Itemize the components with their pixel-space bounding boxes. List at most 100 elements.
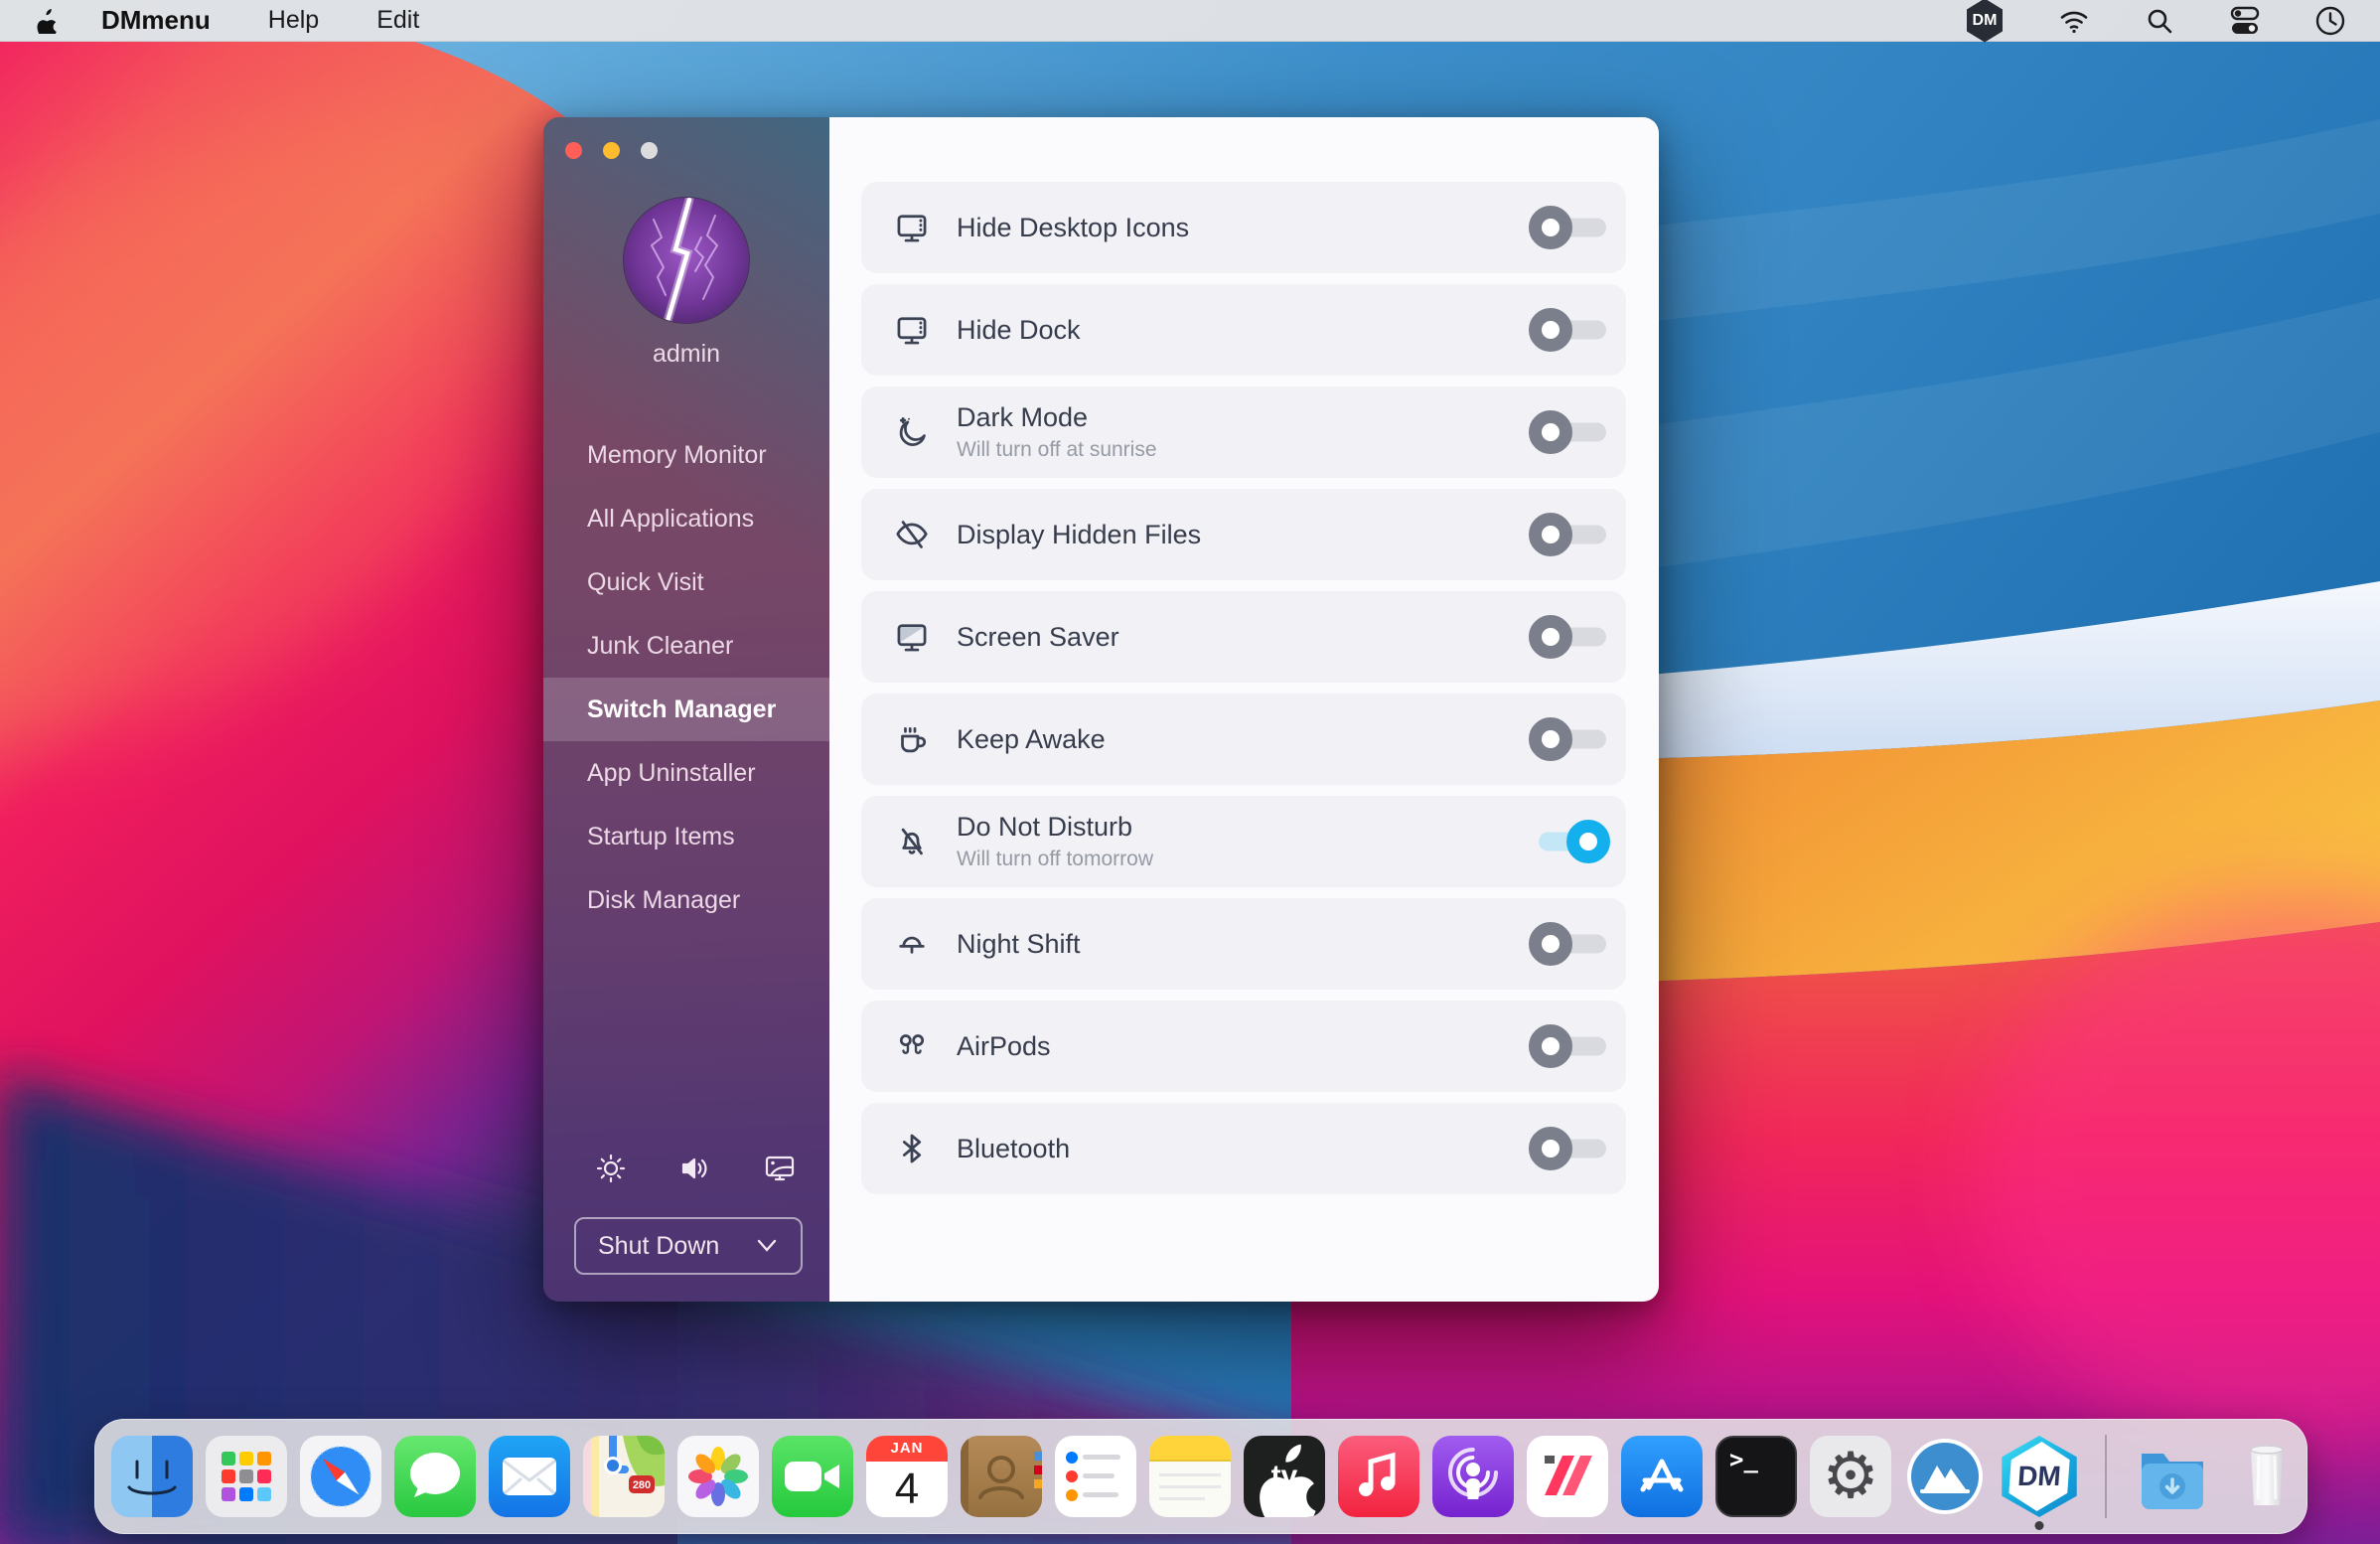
shutdown-label: Shut Down (598, 1232, 719, 1261)
chevron-down-icon (755, 1238, 779, 1254)
switch-row-keep-awake: Keep Awake (861, 694, 1626, 785)
keep-awake-toggle[interactable] (1535, 716, 1606, 762)
minimize-button[interactable] (603, 142, 620, 159)
bluetooth-toggle[interactable] (1535, 1126, 1606, 1171)
sidebar-item-startup-items[interactable]: Startup Items (543, 805, 829, 868)
sidebar: admin Memory Monitor All Applications Qu… (543, 117, 829, 1302)
dm-logo: DM (2006, 1442, 2074, 1511)
display-hidden-files-toggle[interactable] (1535, 512, 1606, 557)
sunset-icon (893, 925, 931, 963)
volume-icon[interactable] (677, 1151, 713, 1186)
zoom-button[interactable] (641, 142, 658, 159)
dmmenu-status-icon[interactable]: DM (1965, 0, 2005, 43)
shutdown-button[interactable]: Shut Down (574, 1217, 803, 1275)
switch-label: Dark Mode (957, 402, 1157, 433)
airpods-icon (893, 1027, 931, 1065)
dark-mode-toggle[interactable] (1535, 409, 1606, 455)
control-center-icon[interactable] (2229, 5, 2261, 37)
switch-label: Hide Desktop Icons (957, 213, 1189, 243)
sidebar-item-junk-cleaner[interactable]: Junk Cleaner (543, 614, 829, 678)
dock-music-icon[interactable] (1338, 1436, 1419, 1517)
dock-app-cleaner-icon[interactable] (1904, 1436, 1986, 1517)
screen-saver-icon (893, 618, 931, 656)
hide-dock-toggle[interactable] (1535, 307, 1606, 353)
switch-label: Keep Awake (957, 724, 1106, 755)
sidebar-item-disk-manager[interactable]: Disk Manager (543, 868, 829, 932)
dock-monitor-icon (893, 311, 931, 349)
dock-dmmenu-icon[interactable]: DM (1999, 1436, 2080, 1517)
dock-maps-icon[interactable]: 280 (583, 1436, 665, 1517)
coffee-cup-icon (893, 720, 931, 758)
dock-terminal-icon[interactable]: >_ (1715, 1436, 1797, 1517)
close-button[interactable] (565, 142, 582, 159)
switch-row-bluetooth: Bluetooth (861, 1103, 1626, 1194)
sidebar-item-memory-monitor[interactable]: Memory Monitor (543, 423, 829, 487)
airpods-toggle[interactable] (1535, 1023, 1606, 1069)
dock-trash-icon[interactable] (2226, 1436, 2307, 1517)
clock-icon[interactable] (2314, 5, 2346, 37)
sidebar-nav: Memory Monitor All Applications Quick Vi… (543, 423, 829, 932)
dock-notes-icon[interactable] (1149, 1436, 1231, 1517)
switch-row-do-not-disturb: Do Not Disturb Will turn off tomorrow (861, 796, 1626, 887)
apple-menu-icon[interactable] (34, 6, 58, 34)
night-shift-toggle[interactable] (1535, 921, 1606, 967)
switch-row-night-shift: Night Shift (861, 898, 1626, 990)
dock-separator (2105, 1435, 2107, 1518)
app-menu-title[interactable]: DMmenu (101, 5, 211, 36)
desktop-icon (893, 209, 931, 246)
dock-launchpad-icon[interactable] (206, 1436, 287, 1517)
switch-label: Night Shift (957, 929, 1081, 960)
dock-reminders-icon[interactable] (1055, 1436, 1136, 1517)
dock-facetime-icon[interactable] (772, 1436, 853, 1517)
sidebar-item-app-uninstaller[interactable]: App Uninstaller (543, 741, 829, 805)
bell-slash-icon (893, 823, 931, 860)
dmmenu-window: admin Memory Monitor All Applications Qu… (543, 117, 1659, 1302)
dock-messages-icon[interactable] (394, 1436, 476, 1517)
gear-icon: ⚙ (1810, 1436, 1891, 1517)
dock-mail-icon[interactable] (489, 1436, 570, 1517)
calendar-month: JAN (866, 1436, 948, 1462)
dock-photos-icon[interactable] (677, 1436, 759, 1517)
switch-manager-panel: Hide Desktop Icons Hide Dock (829, 117, 1659, 1302)
running-indicator (2035, 1521, 2044, 1530)
switch-label: Hide Dock (957, 315, 1081, 346)
calendar-day: 4 (866, 1462, 948, 1517)
dock-safari-icon[interactable] (300, 1436, 381, 1517)
hide-desktop-icons-toggle[interactable] (1535, 205, 1606, 250)
dock-contacts-icon[interactable] (961, 1436, 1042, 1517)
menu-help[interactable]: Help (268, 6, 319, 35)
switch-row-screen-saver: Screen Saver (861, 591, 1626, 683)
menu-bar: DMmenu Help Edit DM (0, 0, 2380, 42)
sidebar-item-switch-manager[interactable]: Switch Manager (543, 678, 829, 741)
dock-downloads-folder-icon[interactable] (2132, 1436, 2213, 1517)
avatar (624, 198, 749, 323)
dock-finder-icon[interactable] (111, 1436, 193, 1517)
switch-sublabel: Will turn off tomorrow (957, 848, 1153, 871)
switch-label: Do Not Disturb (957, 812, 1153, 843)
switch-label: Bluetooth (957, 1134, 1070, 1164)
dock-podcasts-icon[interactable] (1432, 1436, 1514, 1517)
dock: 280 (94, 1419, 2307, 1534)
brightness-icon[interactable] (593, 1151, 629, 1186)
dock-calendar-icon[interactable]: JAN 4 (866, 1436, 948, 1517)
sidebar-item-quick-visit[interactable]: Quick Visit (543, 550, 829, 614)
search-icon[interactable] (2144, 5, 2175, 37)
dock-news-icon[interactable] (1527, 1436, 1608, 1517)
do-not-disturb-toggle[interactable] (1535, 819, 1606, 864)
switch-label: AirPods (957, 1031, 1051, 1062)
menu-edit[interactable]: Edit (376, 6, 419, 35)
switch-sublabel: Will turn off at sunrise (957, 438, 1157, 462)
switch-row-hide-desktop-icons: Hide Desktop Icons (861, 182, 1626, 273)
moon-icon (893, 413, 931, 451)
dock-system-preferences-icon[interactable]: ⚙ (1810, 1436, 1891, 1517)
dock-app-store-icon[interactable] (1621, 1436, 1703, 1517)
bluetooth-icon (893, 1130, 931, 1167)
wifi-icon[interactable] (2058, 5, 2090, 37)
sidebar-item-all-applications[interactable]: All Applications (543, 487, 829, 550)
switch-row-dark-mode: Dark Mode Will turn off at sunrise (861, 386, 1626, 478)
dock-tv-icon[interactable]: tv (1244, 1436, 1325, 1517)
quick-controls (593, 1151, 798, 1186)
screen-saver-toggle[interactable] (1535, 614, 1606, 660)
eye-slash-icon (893, 516, 931, 553)
display-settings-icon[interactable] (762, 1151, 798, 1186)
